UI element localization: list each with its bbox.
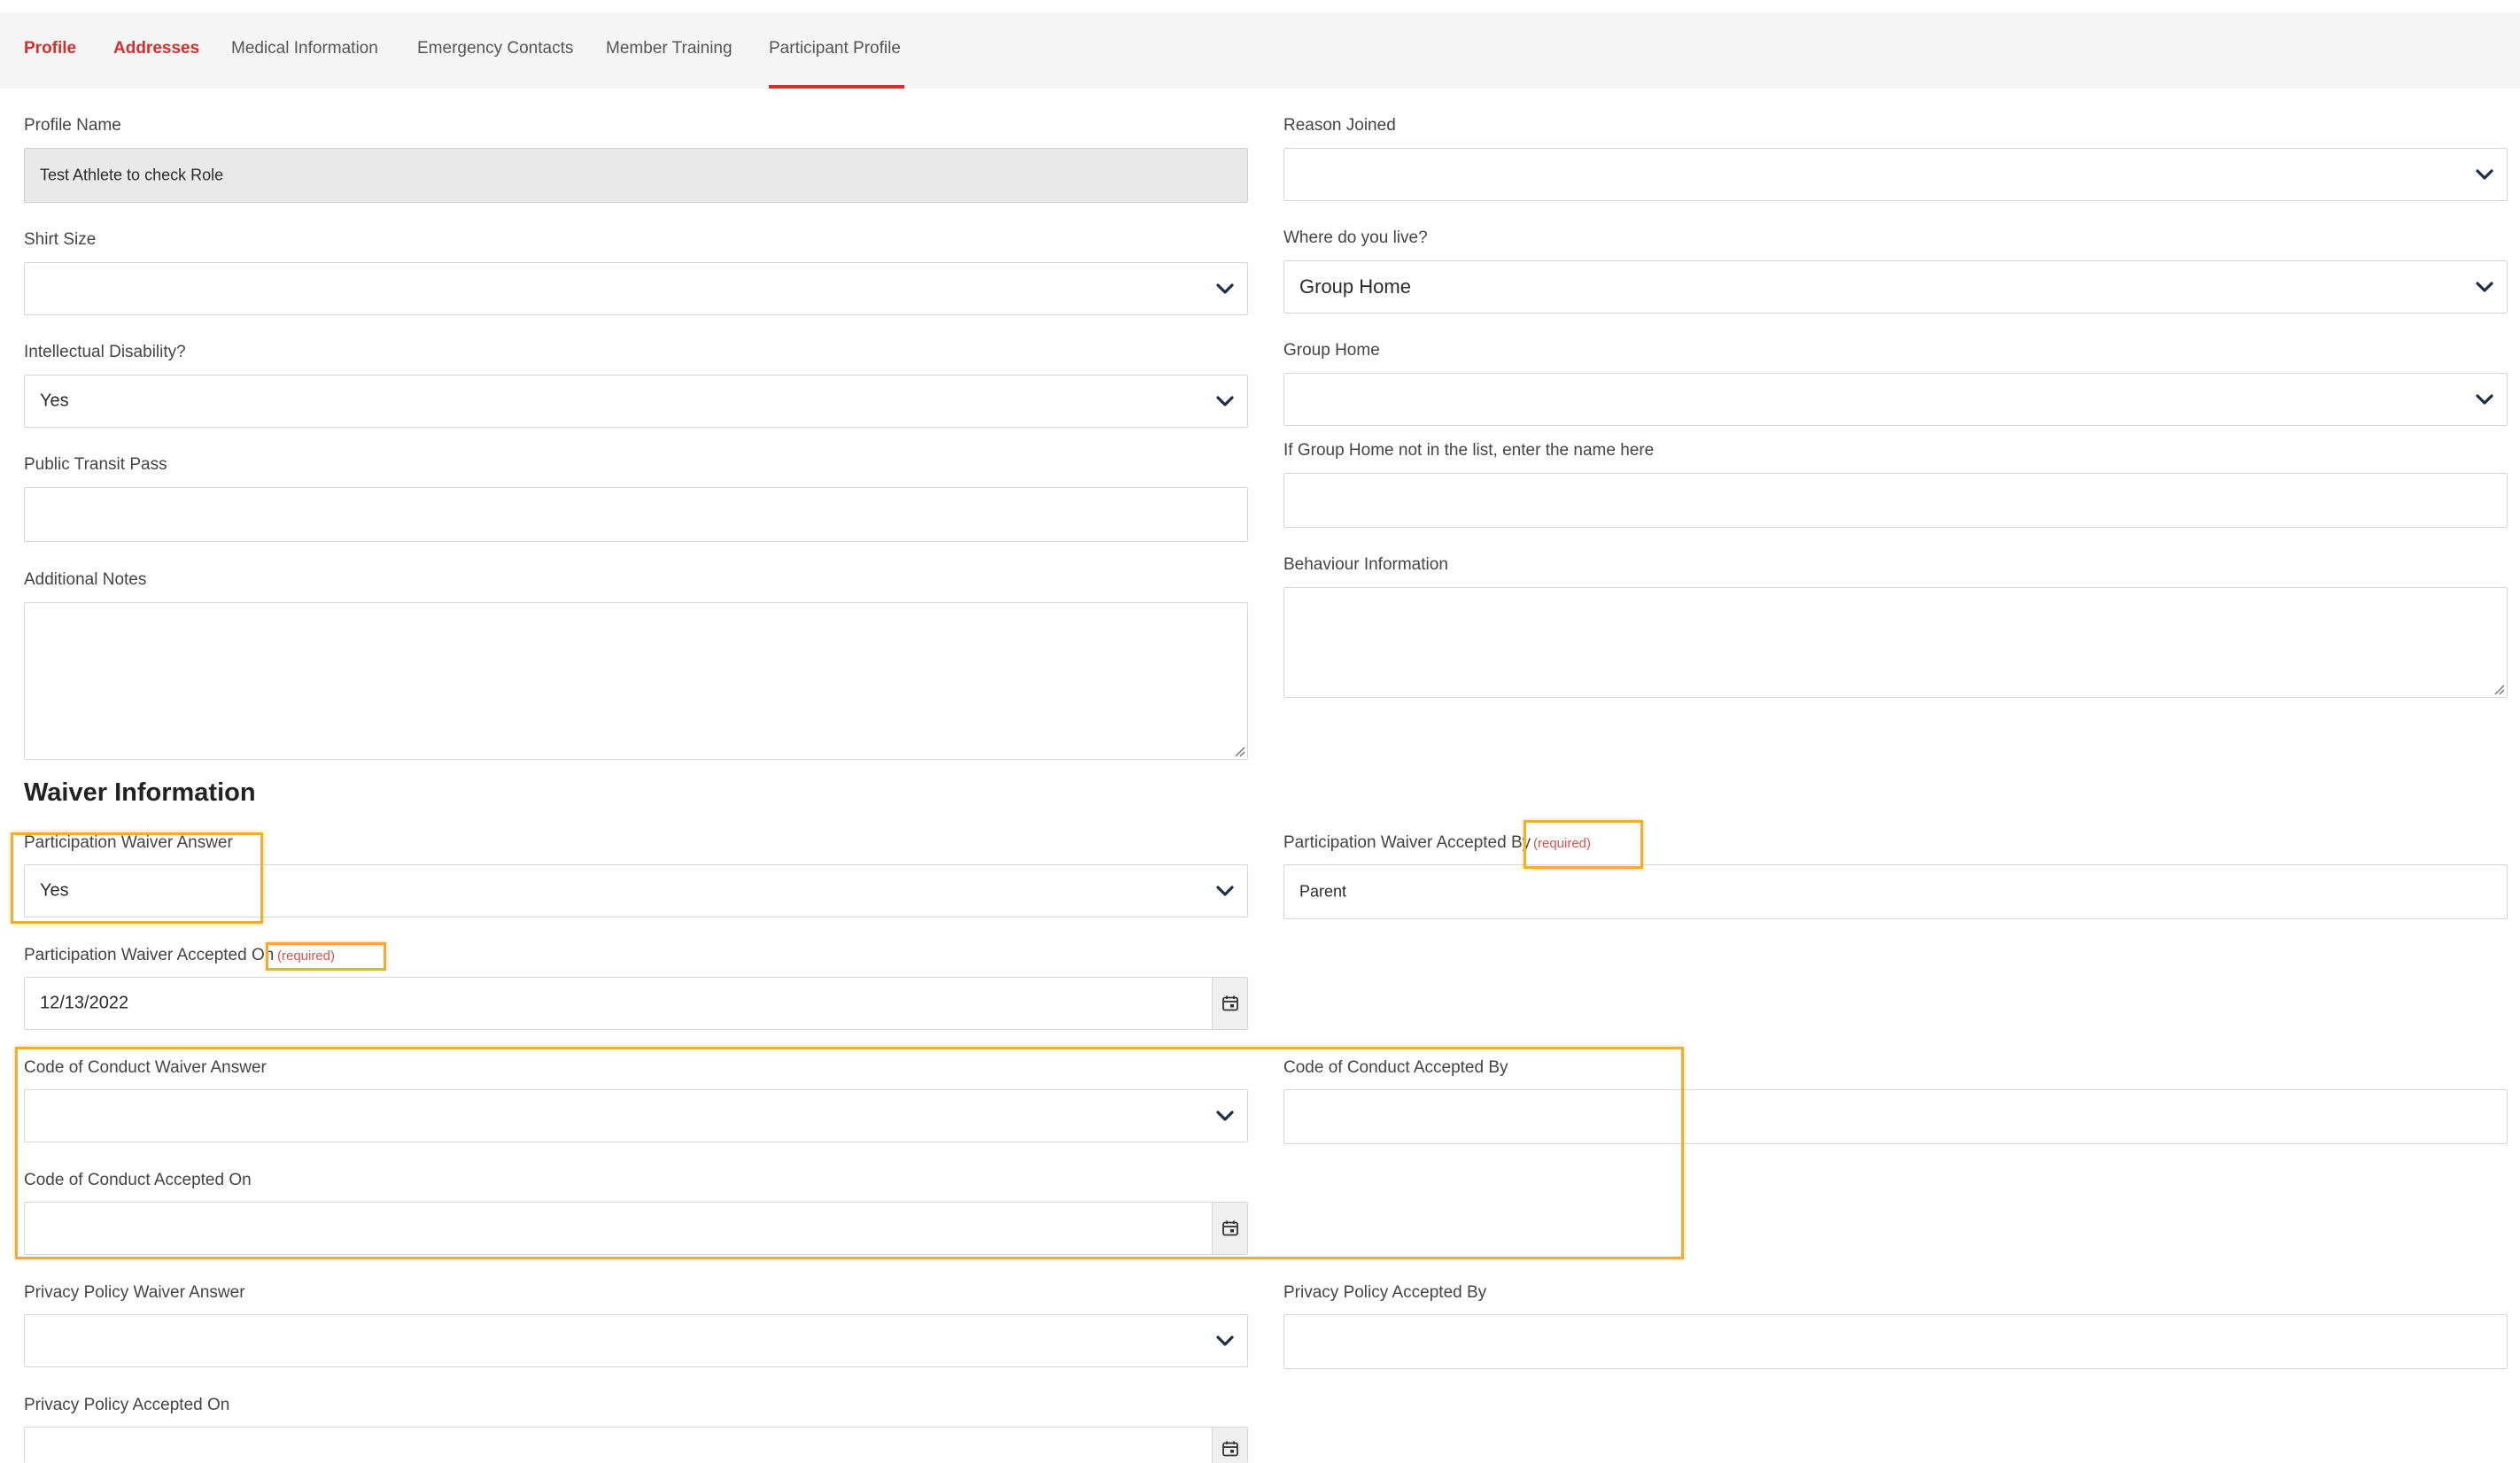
waiver-section-title: Waiver Information [24,778,256,807]
intellectual-disability-label: Intellectual Disability? [24,343,186,361]
group-home-select[interactable] [1283,373,2508,426]
public-transit-pass-label: Public Transit Pass [24,455,167,474]
reason-joined-label: Reason Joined [1283,116,1396,135]
chevron-down-icon [2476,282,2493,292]
group-home-label: Group Home [1283,341,1380,360]
conduct-answer-label: Code of Conduct Waiver Answer [24,1058,267,1077]
where-live-label: Where do you live? [1283,228,1428,247]
chevron-down-icon [2476,394,2493,405]
tab-medical-information[interactable]: Medical Information [231,39,378,58]
group-home-other-input[interactable] [1283,473,2508,528]
chevron-down-icon [1216,1111,1234,1121]
participation-answer-label: Participation Waiver Answer [24,833,233,852]
shirt-size-label: Shirt Size [24,230,97,249]
profile-name-label: Profile Name [24,116,121,135]
additional-notes-label: Additional Notes [24,570,147,589]
participation-accepted-by-label: Participation Waiver Accepted By [1283,833,1531,852]
behaviour-information-textarea[interactable] [1283,587,2508,698]
participation-accepted-on-datepicker[interactable]: 12/13/2022 [24,977,1248,1030]
tab-member-training[interactable]: Member Training [606,39,733,58]
intellectual-disability-value: Yes [40,391,69,411]
calendar-icon [1222,1220,1238,1236]
privacy-answer-select[interactable] [24,1314,1248,1367]
tab-participant-profile[interactable]: Participant Profile [769,39,901,58]
calendar-button[interactable] [1212,1428,1247,1463]
tab-addresses[interactable]: Addresses [113,39,199,58]
resize-grip-icon[interactable] [1233,745,1245,757]
calendar-icon [1222,995,1238,1011]
participation-answer-select[interactable]: Yes [24,864,1248,917]
participation-answer-value: Yes [40,880,69,901]
behaviour-information-label: Behaviour Information [1283,555,1448,574]
intellectual-disability-select[interactable]: Yes [24,375,1248,428]
chevron-down-icon [2476,169,2493,180]
privacy-accepted-on-datepicker[interactable] [24,1427,1248,1463]
chevron-down-icon [1216,283,1234,294]
participation-accepted-by-input[interactable]: Parent [1283,864,2508,919]
tab-bar: Profile Addresses Medical Information Em… [0,12,2520,89]
tab-emergency-contacts[interactable]: Emergency Contacts [417,39,573,58]
conduct-answer-select[interactable] [24,1089,1248,1142]
required-indicator: (required) [1533,836,1592,851]
calendar-icon [1222,1441,1238,1457]
reason-joined-select[interactable] [1283,148,2508,201]
group-home-other-label: If Group Home not in the list, enter the… [1283,441,1655,460]
public-transit-pass-input[interactable] [24,487,1248,542]
chevron-down-icon [1216,1335,1234,1346]
privacy-accepted-on-label: Privacy Policy Accepted On [24,1396,230,1414]
shirt-size-select[interactable] [24,262,1248,315]
where-live-select[interactable]: Group Home [1283,260,2508,314]
chevron-down-icon [1216,886,1234,896]
conduct-accepted-on-label: Code of Conduct Accepted On [24,1171,252,1189]
privacy-accepted-by-label: Privacy Policy Accepted By [1283,1283,1487,1302]
profile-name-field: Test Athlete to check Role [24,148,1248,203]
additional-notes-textarea[interactable] [24,602,1248,760]
privacy-accepted-by-input[interactable] [1283,1314,2508,1369]
participation-accepted-on-label: Participation Waiver Accepted On [24,946,275,964]
where-live-value: Group Home [1299,275,1411,298]
profile-name-value: Test Athlete to check Role [40,166,224,184]
resize-grip-icon[interactable] [2493,683,2505,695]
calendar-button[interactable] [1212,1203,1247,1254]
privacy-answer-label: Privacy Policy Waiver Answer [24,1283,245,1302]
conduct-accepted-by-input[interactable] [1283,1089,2508,1144]
tab-profile[interactable]: Profile [24,39,76,58]
required-indicator: (required) [277,948,336,964]
conduct-accepted-by-label: Code of Conduct Accepted By [1283,1058,1508,1077]
calendar-button[interactable] [1212,978,1247,1029]
participation-accepted-on-value: 12/13/2022 [40,993,129,1013]
chevron-down-icon [1216,396,1234,406]
conduct-accepted-on-datepicker[interactable] [24,1202,1248,1255]
active-tab-indicator [769,85,904,89]
participation-accepted-by-value: Parent [1299,882,1347,901]
